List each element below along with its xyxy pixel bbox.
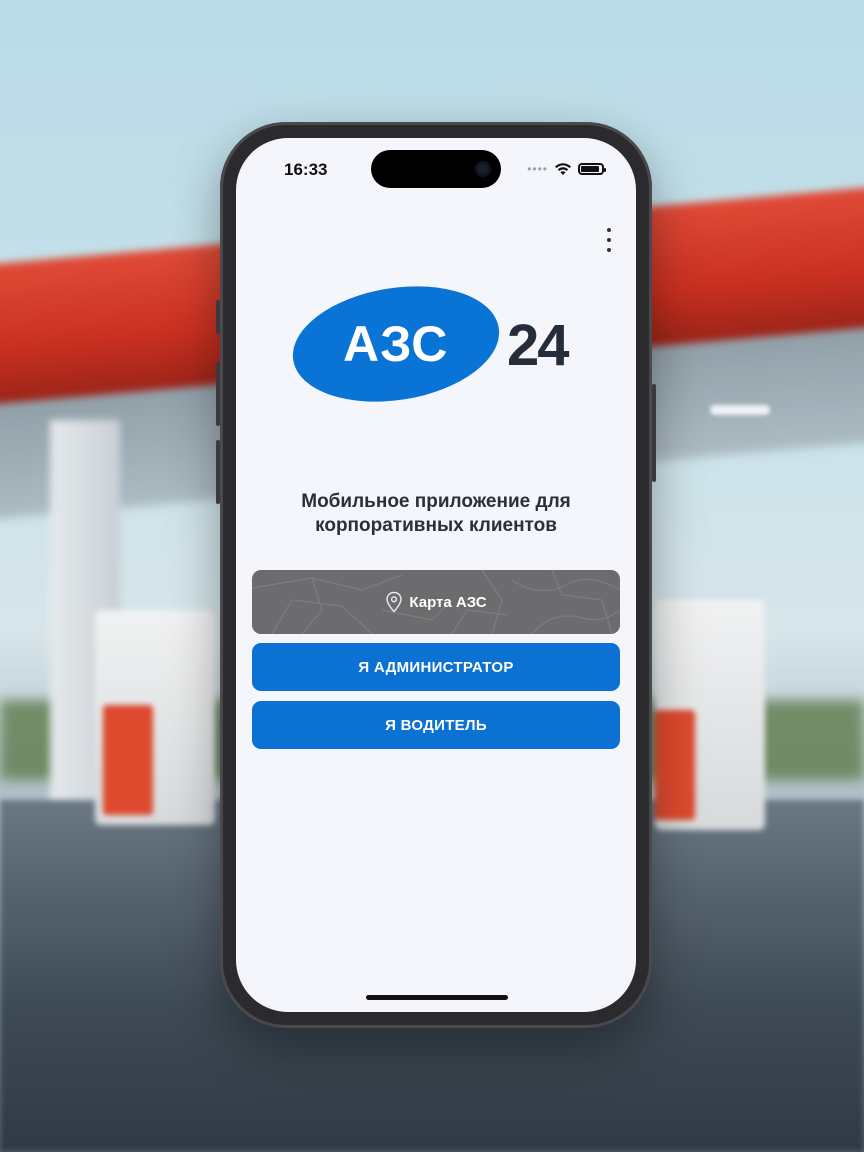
location-pin-icon (386, 591, 403, 613)
phone-power-button (652, 384, 656, 482)
background-fuel-pump-left (95, 610, 215, 825)
camera-icon (475, 161, 491, 177)
wifi-icon (555, 163, 571, 175)
more-vertical-icon[interactable] (604, 228, 614, 252)
phone-volume-down-button (216, 440, 220, 504)
app-screen: 16:33 •••• АЗС 24 Мобильное приложение д… (236, 138, 636, 1012)
background-fuel-pump-right (655, 600, 765, 830)
status-icons: •••• (527, 162, 606, 176)
phone-volume-up-button (216, 362, 220, 426)
signal-icon: •••• (527, 162, 548, 176)
logo-ellipse: АЗС (284, 272, 508, 416)
subtitle-line-1: Мобильное приложение для (301, 491, 571, 512)
app-subtitle: Мобильное приложение для корпоративных к… (256, 490, 616, 538)
background-canopy-light (710, 405, 770, 415)
phone-frame: 16:33 •••• АЗС 24 Мобильное приложение д… (216, 122, 656, 1028)
dynamic-island (371, 150, 501, 188)
map-button[interactable]: Карта АЗС (252, 570, 620, 634)
admin-button[interactable]: Я АДМИНИСТРАТОР (252, 643, 620, 691)
status-time: 16:33 (284, 160, 328, 179)
logo-number: 24 (507, 313, 569, 378)
logo-brand-text: АЗС (343, 316, 449, 373)
app-logo: АЗС 24 (284, 272, 582, 416)
subtitle-line-2: корпоративных клиентов (315, 515, 557, 536)
phone-action-button (216, 300, 220, 334)
driver-button[interactable]: Я ВОДИТЕЛЬ (252, 701, 620, 749)
home-indicator[interactable] (366, 995, 508, 1000)
map-button-label: Карта АЗС (409, 593, 487, 611)
battery-icon (578, 163, 606, 175)
